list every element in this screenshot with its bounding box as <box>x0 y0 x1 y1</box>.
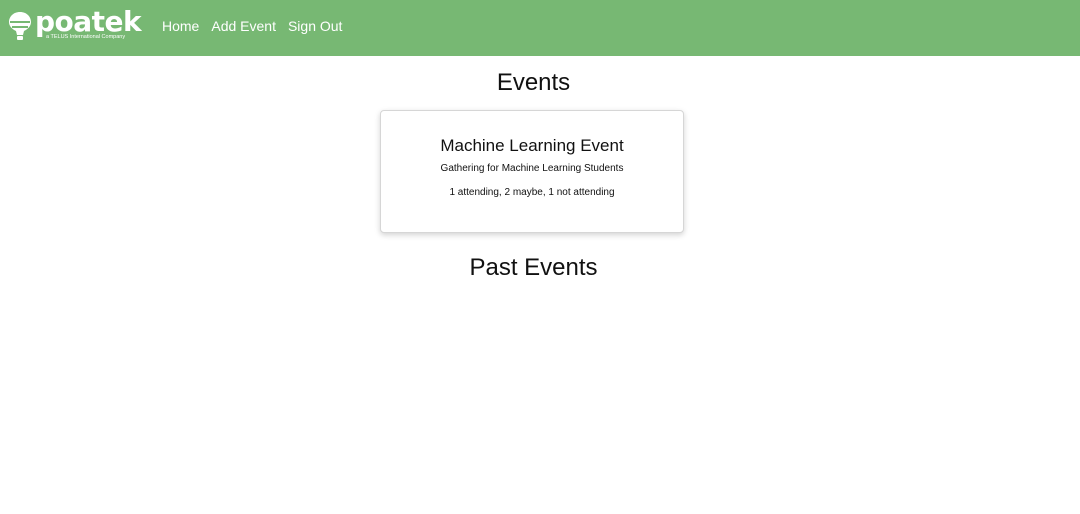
event-card[interactable]: Machine Learning Event Gathering for Mac… <box>380 110 684 233</box>
brand-tagline: a TELUS International Company <box>46 34 126 40</box>
nav-link-add-event[interactable]: Add Event <box>211 18 276 34</box>
balloon-icon <box>9 12 31 40</box>
brand-logo-link[interactable]: poatek a TELUS International Company <box>8 5 142 43</box>
nav-link-home[interactable]: Home <box>162 18 199 34</box>
nav-link-sign-out[interactable]: Sign Out <box>288 18 342 34</box>
nav-links: Home Add Event Sign Out <box>162 0 354 52</box>
page-title: Events <box>496 69 571 96</box>
past-events-title: Past Events <box>469 254 598 281</box>
event-description: Gathering for Machine Learning Students <box>440 163 624 174</box>
event-title: Machine Learning Event <box>440 136 624 155</box>
top-navbar: poatek a TELUS International Company Hom… <box>0 0 1080 56</box>
event-rsvp-summary: 1 attending, 2 maybe, 1 not attending <box>449 187 615 198</box>
